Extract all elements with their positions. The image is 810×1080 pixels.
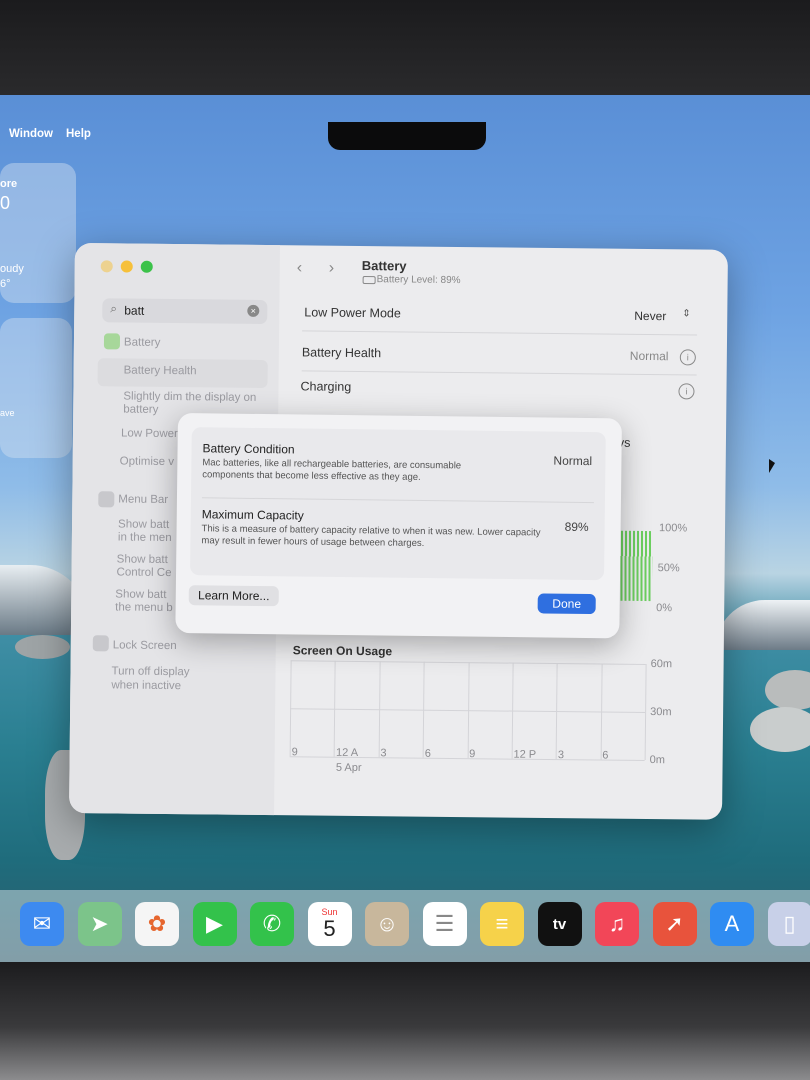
sidebar-item-show-battery-control[interactable]: Show batt Control Ce: [116, 553, 176, 580]
sidebar-item-battery[interactable]: Battery: [124, 337, 161, 349]
battery-health-dialog: Battery Condition Mac batteries, like al…: [175, 413, 622, 639]
x-tick-label: 6: [602, 749, 609, 762]
x-tick-label: 12 P: [513, 748, 537, 761]
maximum-capacity-value: 89%: [564, 519, 589, 535]
phone-icon[interactable]: ✆: [250, 902, 294, 946]
search-field[interactable]: ⌕ batt ×: [102, 298, 268, 325]
usage-chart: 60m 30m 0m 9 12 A 3 6 9 12 P 3 6 5 Apr: [289, 658, 672, 774]
sidebar-item-turn-off-display[interactable]: Turn off display when inactive: [111, 664, 211, 693]
tv-label: tv: [552, 915, 567, 933]
x-tick-label: 9: [469, 748, 476, 761]
menubar-icon: [98, 491, 115, 508]
iphone-mirroring-icon[interactable]: ▯: [767, 902, 810, 946]
battery-health-value: Normal: [629, 348, 669, 364]
x-date-label: 5 Apr: [335, 761, 362, 775]
divider: [301, 370, 697, 376]
low-power-mode-label: Low Power Mode: [304, 305, 401, 321]
chevron-updown-icon[interactable]: ⇕: [682, 308, 691, 319]
sidebar-item-low-power[interactable]: Low Power: [121, 427, 178, 440]
bezel-top: [0, 0, 810, 95]
info-icon[interactable]: i: [678, 383, 695, 400]
rock: [765, 670, 810, 710]
divider: [201, 497, 594, 504]
y-tick-label: 60m: [650, 658, 673, 671]
battery-level-bars: [616, 530, 654, 602]
contacts-icon[interactable]: ☺: [365, 902, 409, 946]
launchpad-icon[interactable]: ➚: [652, 902, 697, 946]
sidebar-item-battery-health[interactable]: Battery Health: [124, 365, 197, 378]
battery-level-icon: [362, 276, 376, 285]
rock: [750, 707, 810, 752]
menu-window[interactable]: Window: [9, 128, 53, 140]
calendar-day: 5: [323, 916, 336, 941]
reminders-icon[interactable]: ☰: [422, 902, 467, 946]
calendar-icon[interactable]: Sun 5: [307, 902, 352, 946]
minimize-button[interactable]: [100, 260, 113, 273]
battery-condition-description: Mac batteries, like all rechargeable bat…: [202, 457, 462, 483]
battery-level: Battery Level: 89%: [376, 274, 461, 287]
y-tick-label: 0m: [649, 754, 665, 767]
minimize-button[interactable]: [120, 260, 133, 273]
mouse-pointer-icon: [769, 459, 775, 473]
appstore-icon[interactable]: A: [710, 902, 754, 946]
widget[interactable]: ave: [0, 318, 72, 458]
facetime-icon[interactable]: ▶: [192, 902, 237, 946]
weather-temp: 0: [0, 193, 11, 213]
bezel-bottom: [0, 962, 810, 1080]
done-button[interactable]: Done: [537, 593, 596, 615]
camera-notch: [328, 122, 486, 150]
notes-icon[interactable]: ≡: [480, 902, 524, 946]
tv-icon[interactable]: tv: [537, 902, 582, 946]
maximum-capacity-label: Maximum Capacity: [201, 507, 304, 523]
y-tick-0: 0%: [656, 602, 673, 615]
search-input[interactable]: batt: [124, 304, 144, 318]
music-icon[interactable]: ♫: [595, 902, 639, 946]
info-card: Battery Condition Mac batteries, like al…: [190, 427, 606, 581]
forward-icon[interactable]: ›: [329, 260, 335, 278]
sidebar-item-menu-bar[interactable]: Menu Bar: [118, 493, 168, 506]
battery-icon: [103, 333, 121, 350]
mail-icon[interactable]: ✉: [20, 902, 64, 946]
charging-label: Charging: [300, 379, 352, 394]
x-tick-label: 12 A: [335, 746, 359, 759]
photos-icon[interactable]: ✿: [135, 902, 179, 946]
sidebar-item-lock-screen[interactable]: Lock Screen: [113, 639, 177, 652]
x-tick-label: 6: [424, 747, 431, 760]
weather-location: ore: [0, 178, 18, 190]
widget-text: ave: [0, 408, 15, 418]
battery-condition-value: Normal: [553, 453, 593, 469]
maps-icon[interactable]: ➤: [77, 902, 122, 946]
y-tick-100: 100%: [658, 522, 688, 535]
lock-icon: [92, 635, 109, 652]
search-icon: ⌕: [110, 301, 118, 316]
x-tick-label: 3: [380, 747, 387, 760]
y-tick-label: 30m: [650, 706, 672, 719]
low-power-mode-select[interactable]: Never: [634, 309, 666, 323]
clear-search-icon[interactable]: ×: [247, 304, 260, 317]
maximum-capacity-description: This is a measure of battery capacity re…: [201, 523, 541, 550]
battery-condition-label: Battery Condition: [202, 441, 295, 457]
info-icon[interactable]: i: [679, 349, 696, 366]
menu-help[interactable]: Help: [66, 128, 91, 140]
rock: [15, 635, 70, 659]
weather-widget[interactable]: ore 0 oudy 6°: [0, 163, 76, 303]
mountain-right: [715, 600, 810, 650]
divider: [302, 330, 698, 336]
page-title: Battery: [361, 258, 407, 274]
sidebar-item-optimise[interactable]: Optimise v: [120, 455, 174, 468]
weather-condition: oudy: [0, 263, 24, 275]
learn-more-button[interactable]: Learn More...: [188, 585, 279, 607]
sidebar-item-show-battery-menu[interactable]: Show batt in the men: [118, 518, 178, 545]
weather-range: 6°: [0, 278, 11, 290]
battery-health-label: Battery Health: [301, 345, 382, 361]
x-tick-label: 9: [291, 746, 298, 759]
chart-title: Screen On Usage: [292, 643, 393, 659]
x-tick-label: 3: [557, 749, 565, 762]
y-tick-50: 50%: [657, 562, 680, 575]
zoom-button[interactable]: [140, 260, 153, 273]
back-icon[interactable]: ‹: [297, 259, 303, 277]
sidebar-item-show-battery-menubar[interactable]: Show batt the menu b: [115, 588, 175, 615]
